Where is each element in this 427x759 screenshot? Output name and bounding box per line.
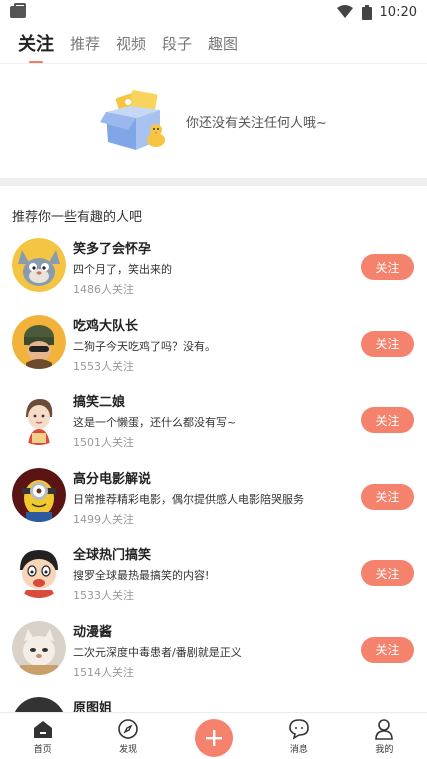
status-bar: 10:20 [0, 0, 427, 24]
user-description: 二狗子今天吃鸡了吗？没有。 [73, 339, 216, 353]
nav-messages-label: 消息 [289, 745, 308, 755]
user-name[interactable]: 笑多了会怀孕 [73, 238, 151, 257]
battery-icon [361, 4, 372, 20]
follow-button[interactable]: 关注 [361, 407, 414, 433]
user-name[interactable]: 吃鸡大队长 [73, 315, 138, 334]
nav-messages[interactable]: 消息 [256, 713, 341, 759]
tab-video[interactable]: 视频 [116, 33, 146, 54]
user-icon [375, 719, 394, 740]
user-description: 四个月了，笑出来的 [73, 263, 172, 276]
follower-count: 1486人关注 [73, 283, 134, 296]
nav-profile-label: 我的 [375, 745, 394, 755]
bottom-nav: 首页 发现 消息 我的 [0, 712, 427, 759]
status-time: 10:20 [379, 4, 417, 20]
section-separator [0, 178, 427, 186]
list-item[interactable]: 动漫酱 二次元深度中毒患者/番剧就是正义 1514人关注 关注 [0, 617, 427, 694]
avatar[interactable] [12, 544, 66, 598]
follower-count: 1533人关注 [73, 589, 134, 602]
recommend-list: 笑多了会怀孕 四个月了，笑出来的 1486人关注 关注 吃鸡大队长 二狗子今天吃… [0, 234, 427, 759]
follow-button[interactable]: 关注 [361, 483, 414, 510]
nav-discover-label: 发现 [119, 745, 138, 755]
follow-button[interactable]: 关注 [361, 560, 414, 586]
nav-profile[interactable]: 我的 [342, 713, 427, 759]
follow-button[interactable]: 关注 [361, 254, 414, 280]
user-description: 日常推荐精彩电影，偶尔提供感人电影陪哭服务 [73, 492, 304, 506]
avatar[interactable] [12, 391, 66, 445]
tab-jokes[interactable]: 段子 [162, 33, 192, 54]
user-name[interactable]: 搞笑二娘 [73, 391, 125, 410]
nav-home[interactable]: 首页 [0, 713, 85, 759]
message-icon [289, 719, 309, 740]
user-description: 二次元深度中毒患者/番剧就是正义 [73, 645, 242, 659]
user-name[interactable]: 全球热门搞笑 [73, 544, 151, 563]
empty-follow-state: 你还没有关注任何人哦~ [0, 64, 427, 178]
follow-button[interactable]: 关注 [361, 330, 414, 357]
publish-button[interactable] [194, 719, 233, 757]
nav-publish[interactable] [171, 713, 256, 759]
user-description: 这是一个懒蛋，还什么都没有写~ [73, 416, 237, 429]
list-item[interactable]: 全球热门搞笑 搜罗全球最热最搞笑的内容! 1533人关注 关注 [0, 540, 427, 617]
tab-follow[interactable]: 关注 [18, 30, 54, 56]
avatar[interactable] [12, 620, 66, 675]
list-item[interactable]: 高分电影解说 日常推荐精彩电影，偶尔提供感人电影陪哭服务 1499人关注 关注 [0, 464, 427, 541]
avatar[interactable] [12, 238, 66, 292]
follower-count: 1499人关注 [73, 512, 134, 526]
list-item[interactable]: 搞笑二娘 这是一个懒蛋，还什么都没有写~ 1501人关注 关注 [0, 387, 427, 464]
nav-home-label: 首页 [33, 745, 52, 755]
recommend-section-title: 推荐你一些有趣的人吧 [12, 210, 143, 225]
user-name[interactable]: 高分电影解说 [73, 468, 151, 487]
compass-icon [118, 719, 138, 739]
follow-button[interactable]: 关注 [361, 636, 414, 663]
plus-icon [205, 730, 222, 746]
home-icon [33, 721, 52, 738]
wifi-icon [336, 5, 353, 18]
tab-recommend[interactable]: 推荐 [70, 33, 100, 54]
top-tabs: 关注 推荐 视频 段子 趣图 [0, 24, 427, 62]
follower-count: 1501人关注 [73, 436, 134, 449]
nav-discover[interactable]: 发现 [85, 713, 170, 759]
follower-count: 1553人关注 [73, 359, 134, 373]
briefcase-icon [10, 3, 26, 18]
list-item[interactable]: 吃鸡大队长 二狗子今天吃鸡了吗？没有。 1553人关注 关注 [0, 311, 427, 388]
user-name[interactable]: 动漫酱 [73, 621, 112, 640]
avatar[interactable] [12, 314, 66, 369]
list-item[interactable]: 笑多了会怀孕 四个月了，笑出来的 1486人关注 关注 [0, 234, 427, 311]
empty-follow-text: 你还没有关注任何人哦~ [186, 115, 327, 131]
empty-box-illustration [100, 90, 165, 150]
follower-count: 1514人关注 [73, 665, 134, 679]
tab-funny-images[interactable]: 趣图 [208, 33, 238, 54]
avatar[interactable] [12, 467, 66, 522]
user-description: 搜罗全球最热最搞笑的内容! [73, 569, 210, 582]
